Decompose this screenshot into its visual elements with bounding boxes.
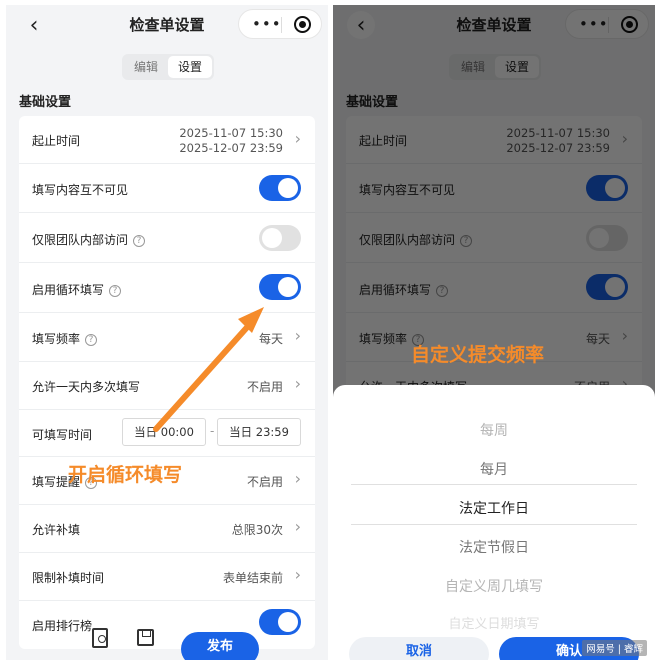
settings-screen-right: ‹ 检查单设置 ••• 编辑 设置 基础设置 起止时间 2025-11-07 1… [333,5,655,660]
annotation-loop-fill: 开启循环填写 [68,464,183,486]
frequency-picker-sheet: 每周 每月 法定工作日 法定节假日 自定义周几填写 自定义日期填写 取消 确认 [333,385,655,660]
picker-option[interactable]: 每周 [333,420,655,440]
settings-screen-left: ‹ 检查单设置 ••• 编辑 设置 基础设置 起止时间 2025-11-07 1… [6,5,328,660]
picker-selection-bottom-line [351,524,637,525]
picker-option[interactable]: 自定义日期填写 [333,613,655,632]
cancel-button[interactable]: 取消 [349,637,489,660]
picker-selection-top-line [351,484,637,485]
picker-option[interactable]: 法定节假日 [333,537,655,557]
annotation-custom-frequency: 自定义提交频率 [411,344,545,366]
picker-option[interactable]: 每月 [333,459,655,479]
picker-option-selected[interactable]: 法定工作日 [333,498,655,518]
watermark: 网易号 | 睿辉 [582,640,647,656]
picker-option[interactable]: 自定义周几填写 [333,576,655,596]
annotation-arrow [153,307,264,432]
